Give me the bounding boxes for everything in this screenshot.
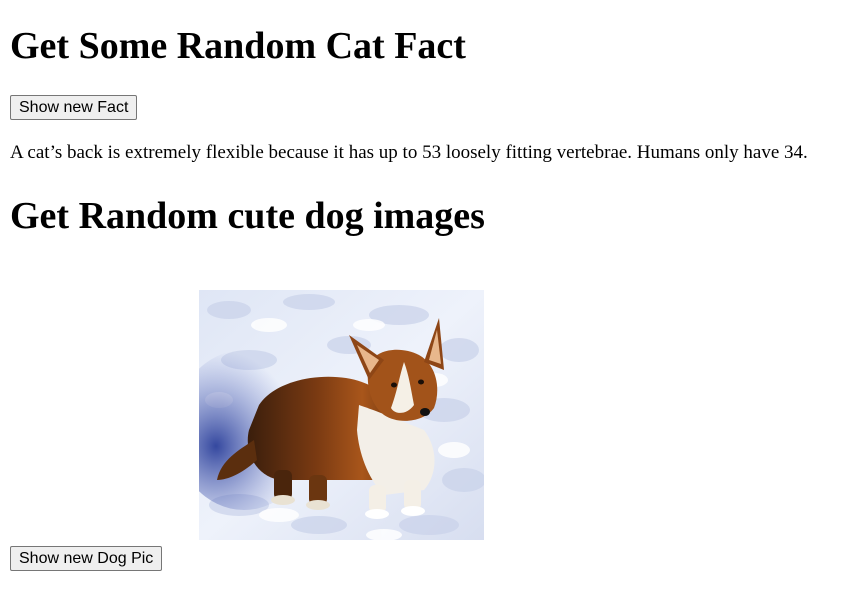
cat-fact-heading: Get Some Random Cat Fact xyxy=(10,25,466,67)
corgi-in-snow-picture xyxy=(199,290,484,540)
show-new-dog-pic-button[interactable]: Show new Dog Pic xyxy=(10,546,163,571)
show-new-fact-button[interactable]: Show new Fact xyxy=(10,95,138,120)
cat-fact-text: A cat’s back is extremely flexible becau… xyxy=(10,142,808,163)
dog-image xyxy=(199,290,484,540)
dog-images-heading: Get Random cute dog images xyxy=(10,195,485,237)
